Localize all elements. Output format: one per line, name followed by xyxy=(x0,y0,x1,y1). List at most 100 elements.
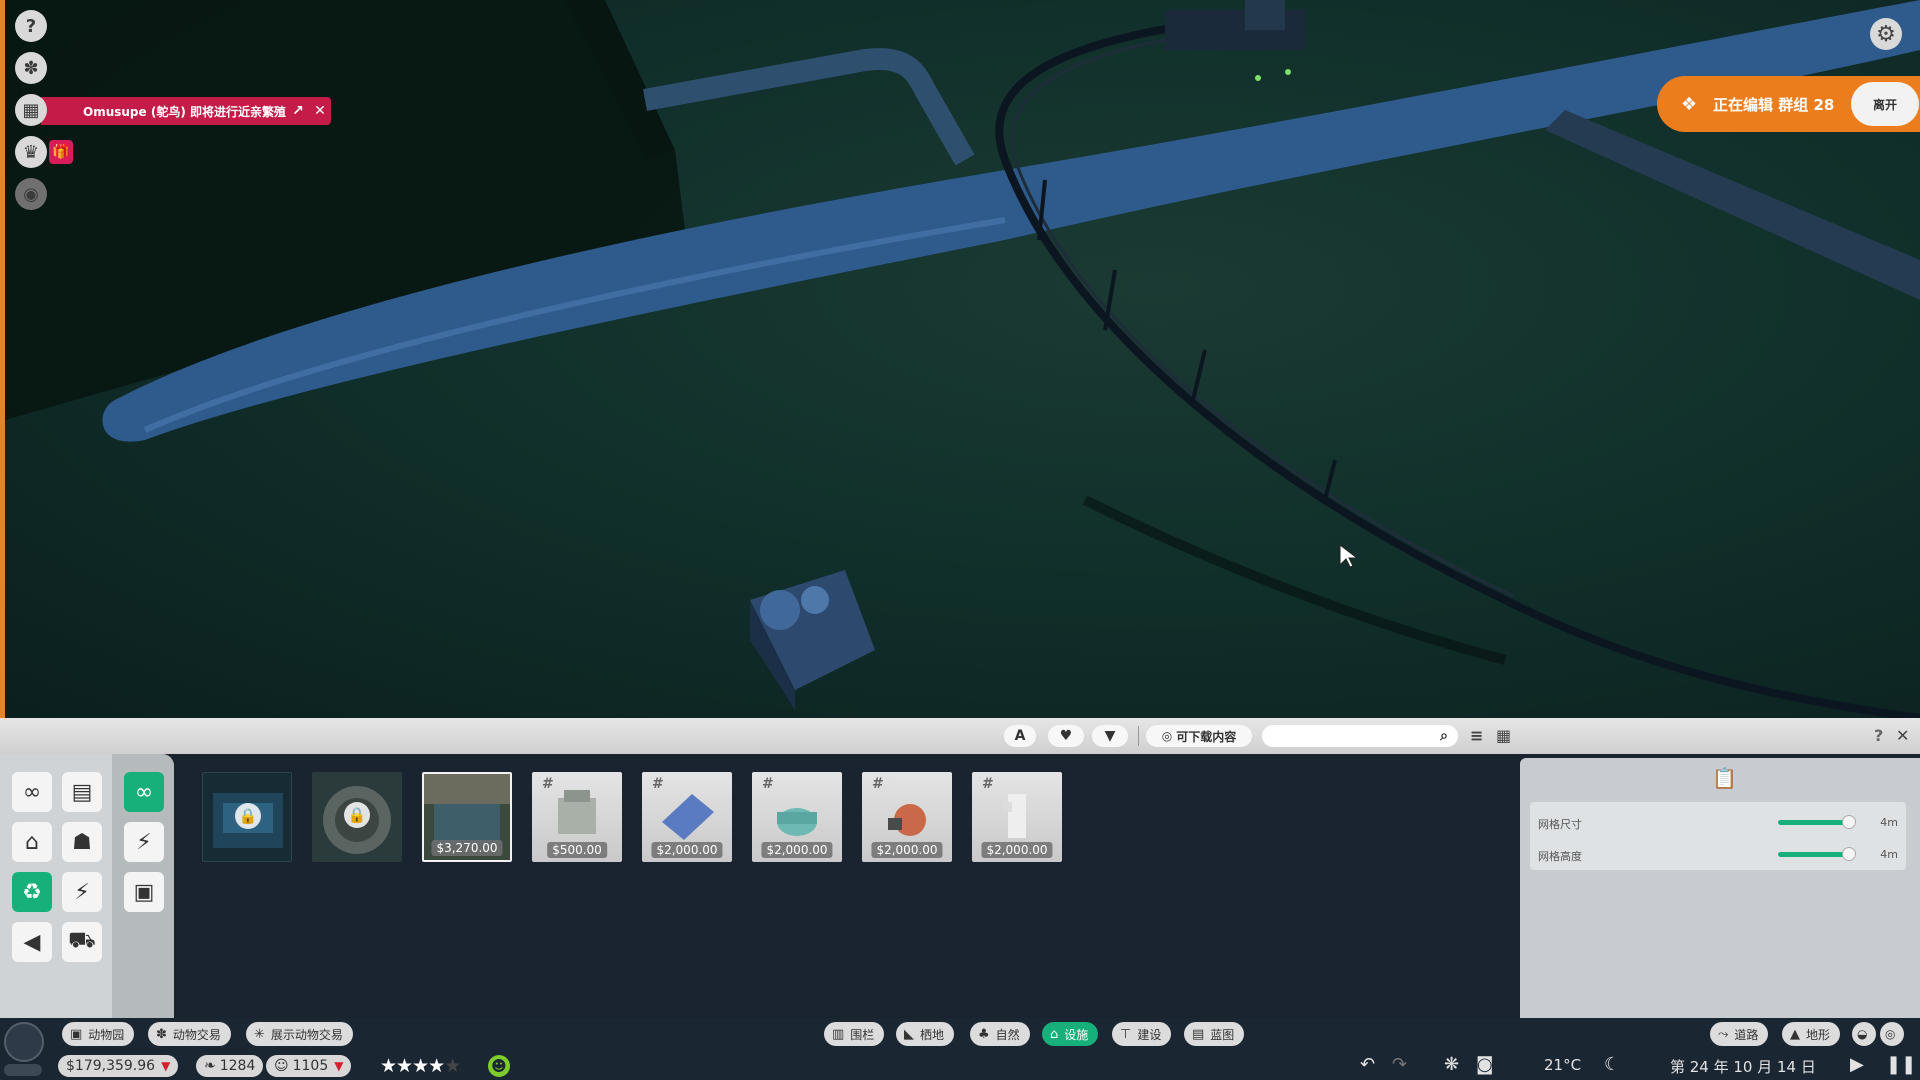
item-price: $2,000.00 xyxy=(651,842,723,858)
category-info-button[interactable]: ▤ xyxy=(62,772,102,812)
guests-display[interactable]: ☺ 1105 ▼ xyxy=(266,1055,352,1077)
temperature-value: 21°C xyxy=(1544,1056,1582,1074)
catalog-item-selected[interactable]: $3,270.00 xyxy=(422,772,512,862)
search-icon[interactable]: ⌕ xyxy=(1440,728,1448,744)
money-value: $179,359.96 xyxy=(66,1058,156,1074)
catalog-item-locked-2[interactable]: 🔒 xyxy=(312,772,402,862)
tab-construction[interactable]: ⊤ 建设 xyxy=(1112,1022,1172,1046)
money-display[interactable]: $179,359.96 ▼ xyxy=(58,1055,179,1077)
zoo-icon: ▣ xyxy=(70,1026,83,1042)
tab-facilities[interactable]: ⌂ 设施 xyxy=(1042,1022,1099,1046)
category-shops-button[interactable]: ⌂ xyxy=(12,822,52,862)
grid-size-label: 网格尺寸 xyxy=(1538,818,1582,831)
tab-facilities-label: 设施 xyxy=(1064,1027,1089,1042)
catalog-item-locked-1[interactable]: 🔒 xyxy=(202,772,292,862)
category-speakers-button[interactable]: ◀ xyxy=(12,922,52,962)
paw-icon[interactable]: ✽ xyxy=(15,52,47,84)
catalog-item-pump[interactable]: # $2,000.00 xyxy=(972,772,1062,862)
category-staff-button[interactable]: ☗ xyxy=(62,822,102,862)
font-icon[interactable]: A xyxy=(1004,725,1036,747)
tab-barriers[interactable]: ▥ 围栏 xyxy=(824,1022,885,1046)
subcategory-water-button[interactable]: ▣ xyxy=(124,872,164,912)
subcategory-all-button[interactable]: ∞ xyxy=(124,772,164,812)
conservation-display[interactable]: ❧ 1284 xyxy=(196,1055,264,1077)
external-link-icon[interactable]: ↗ xyxy=(287,103,309,119)
trend-down-icon: ▼ xyxy=(161,1059,171,1073)
help-button[interactable]: ? xyxy=(1874,726,1883,745)
heart-icon[interactable]: ♥ xyxy=(1048,725,1084,747)
grid-height-slider-handle[interactable] xyxy=(1842,847,1856,861)
tab-blueprints-label: 蓝图 xyxy=(1210,1027,1235,1042)
tab-exhibit-trade[interactable]: ✳ 展示动物交易 xyxy=(246,1022,353,1046)
close-panel-button[interactable]: ✕ xyxy=(1896,726,1909,745)
category-all-button[interactable]: ∞ xyxy=(12,772,52,812)
category-panel: ∞ ▤ ⌂ ☗ ♻ ⚡ ◀ ⛟ ∞ ⚡ ▣ xyxy=(0,754,174,1018)
grid-size-slider[interactable] xyxy=(1778,820,1846,825)
tab-zoo-label: 动物园 xyxy=(88,1027,125,1042)
grid-height-value: 4m xyxy=(1880,848,1898,861)
grid-size-slider-handle[interactable] xyxy=(1842,815,1856,829)
pause-icon[interactable]: ❚❚ xyxy=(1886,1054,1916,1075)
tab-zoo[interactable]: ▣ 动物园 xyxy=(62,1022,135,1046)
fan-icon[interactable]: ❋ xyxy=(1444,1054,1459,1075)
catalog-toolbar: A ♥ ▼ ◎ 可下载内容 ⌕ ≡ ▦ ? ✕ xyxy=(0,718,1920,754)
eye-icon[interactable]: ◉ xyxy=(15,178,47,210)
star-filled-icon: ★ xyxy=(396,1055,413,1077)
catalog-item-water-tank[interactable]: # $2,000.00 xyxy=(752,772,842,862)
bottom-bar: ▣ 动物园 ✽ 动物交易 ✳ 展示动物交易 ▥ 围栏 ◣ 栖地 ♣ 自然 ⌂ 设施 ⊤ 建设 ▤… xyxy=(0,1018,1920,1080)
inbreeding-notification[interactable]: Omusupe (鸵鸟) 即将进行近亲繁殖 ↗ ✕ xyxy=(41,97,331,125)
grid-size-value: 4m xyxy=(1880,816,1898,829)
catalog-item-boiler[interactable]: # $2,000.00 xyxy=(862,772,952,862)
guests-icon: ☺ xyxy=(274,1058,289,1074)
conservation-value: 1284 xyxy=(219,1058,256,1074)
tab-nature-label: 自然 xyxy=(995,1027,1020,1042)
leaf-icon: ❧ xyxy=(204,1058,216,1074)
game-viewport[interactable]: ? ✽ Omusupe (鸵鸟) 即将进行近亲繁殖 ↗ ✕ ▦ ♛ 🎁 ◉ ⚙ … xyxy=(0,0,1920,718)
tab-blueprints[interactable]: ▤ 蓝图 xyxy=(1184,1022,1245,1046)
tab-nature[interactable]: ♣ 自然 xyxy=(970,1022,1030,1046)
zoo-rating-stars[interactable]: ★★★★★ xyxy=(380,1055,461,1077)
catalog-item-solar-panel[interactable]: # $2,000.00 xyxy=(642,772,732,862)
group-edit-icon: ❖ xyxy=(1681,93,1698,115)
grid-height-slider[interactable] xyxy=(1778,852,1846,857)
tab-animal-trade[interactable]: ✽ 动物交易 xyxy=(148,1022,231,1046)
item-price: $3,270.00 xyxy=(431,840,503,856)
settings-gear-icon[interactable]: ⚙ xyxy=(1870,18,1902,50)
sort-icon[interactable]: ≡ xyxy=(1470,726,1483,745)
status-row: $179,359.96 ▼ ❧ 1284 ☺ 1105 ▼ ★★★★★ ☻ ↶ … xyxy=(0,1054,1920,1078)
camera-icon[interactable]: ◎ xyxy=(1880,1022,1904,1046)
build-panel: ∞ ▤ ⌂ ☗ ♻ ⚡ ◀ ⛟ ∞ ⚡ ▣ 🔒 🔒 $3,270.00 # $5… xyxy=(0,754,1920,1018)
tab-terrain[interactable]: ▲ 地形 xyxy=(1782,1022,1841,1046)
catalog-item-generator[interactable]: # $500.00 xyxy=(532,772,622,862)
trophy-icon[interactable]: ♛ xyxy=(15,136,47,168)
leave-button[interactable]: 离开 xyxy=(1851,82,1919,126)
play-speed-icon[interactable]: ▶ xyxy=(1850,1054,1864,1075)
gift-icon[interactable]: 🎁 xyxy=(49,140,73,164)
category-transport-button[interactable]: ⛟ xyxy=(62,922,102,962)
search-input[interactable]: ⌕ xyxy=(1262,725,1458,747)
filter-icon[interactable]: ▼ xyxy=(1092,725,1128,747)
category-facilities-button[interactable]: ♻ xyxy=(12,872,52,912)
dlc-filter-button[interactable]: ◎ 可下载内容 xyxy=(1146,725,1252,747)
calendar-icon[interactable]: ▦ xyxy=(15,94,47,126)
grid-icon[interactable]: ▦ xyxy=(1496,726,1511,745)
help-icon[interactable]: ? xyxy=(15,10,47,42)
trend-down-icon: ▼ xyxy=(334,1059,344,1073)
facilities-icon: ⌂ xyxy=(1050,1026,1059,1042)
category-power-button[interactable]: ⚡ xyxy=(62,872,102,912)
redo-icon[interactable]: ↷ xyxy=(1392,1054,1407,1075)
close-notification-icon[interactable]: ✕ xyxy=(309,103,331,119)
paint-icon[interactable]: ◒ xyxy=(1852,1022,1876,1046)
photo-mode-icon[interactable]: ◙ xyxy=(1476,1054,1493,1075)
item-price: $2,000.00 xyxy=(981,842,1053,858)
undo-icon[interactable]: ↶ xyxy=(1360,1054,1375,1075)
tab-barriers-label: 围栏 xyxy=(850,1027,875,1042)
star-filled-icon: ★ xyxy=(428,1055,445,1077)
tab-paths[interactable]: ⤳ 道路 xyxy=(1710,1022,1769,1046)
happiness-face-icon[interactable]: ☻ xyxy=(488,1055,510,1077)
subcategory-power-button[interactable]: ⚡ xyxy=(124,822,164,862)
tab-exhibit-trade-label: 展示动物交易 xyxy=(270,1027,343,1042)
clipboard-icon[interactable]: 📋 xyxy=(1712,766,1737,790)
tab-construction-label: 建设 xyxy=(1137,1027,1162,1042)
tab-habitat[interactable]: ◣ 栖地 xyxy=(896,1022,955,1046)
